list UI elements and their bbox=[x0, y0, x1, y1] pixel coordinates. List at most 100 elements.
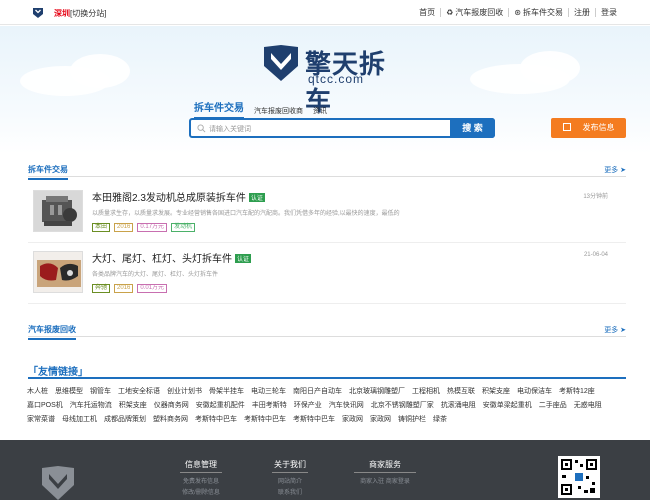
friend-links-list: 木人桩 思维模型 钢管车 工地安全标语 创业计划书 骨架半挂车 电动三轮车 南阳日产自动车 北京… bbox=[27, 385, 627, 427]
item-time: 21-06-04 bbox=[583, 252, 608, 258]
tab-parts-trade[interactable]: 拆车件交易 bbox=[194, 99, 244, 119]
cloud-decoration bbox=[520, 51, 580, 85]
friend-link[interactable]: 安徽起重机配件 bbox=[196, 399, 245, 413]
footer-link[interactable]: 网站简介 bbox=[272, 477, 308, 488]
item-title[interactable]: 本田雅阁2.3发动机总成原装拆车件 认证 bbox=[92, 189, 265, 204]
footer-heading[interactable]: 信息管理 bbox=[180, 459, 222, 473]
verified-badge: 认证 bbox=[235, 254, 252, 263]
footer-link[interactable]: 联系我们 bbox=[272, 488, 308, 499]
friend-link[interactable]: 工地安全标语 bbox=[118, 385, 160, 399]
search-box: 请输入关键词 搜 索 bbox=[189, 118, 495, 138]
cloud-decoration bbox=[70, 54, 130, 88]
friend-link[interactable]: 嘉口POS机 bbox=[27, 399, 63, 413]
friend-link[interactable]: 木人桩 bbox=[27, 385, 48, 399]
friend-link[interactable]: 考斯特12座 bbox=[559, 385, 595, 399]
label-brand: 奔驰 bbox=[92, 284, 111, 293]
friend-link[interactable]: 无惑电阻 bbox=[574, 399, 602, 413]
section-title[interactable]: 汽车报废回收 bbox=[28, 324, 76, 340]
nav-home[interactable]: 首页 bbox=[414, 8, 440, 17]
footer-link[interactable]: 免费发布信息 bbox=[180, 477, 222, 488]
friend-link[interactable]: 工程相机 bbox=[412, 385, 440, 399]
section-title[interactable]: 拆车件交易 bbox=[28, 164, 68, 180]
search-input[interactable]: 请输入关键词 bbox=[209, 124, 251, 134]
friend-link[interactable]: 积架支座 bbox=[119, 399, 147, 413]
label-brand: 本田 bbox=[92, 223, 111, 232]
nav-login[interactable]: 登录 bbox=[595, 8, 622, 17]
city-name[interactable]: 深圳 bbox=[54, 9, 70, 18]
friend-link[interactable]: 骨架半挂车 bbox=[209, 385, 244, 399]
friend-link[interactable]: 绿茶 bbox=[433, 413, 447, 427]
switch-city-link[interactable]: [切换分站] bbox=[70, 9, 106, 18]
nav-parts-trade[interactable]: ⊛ 拆车件交易 bbox=[508, 8, 568, 17]
friend-link[interactable]: 积架支座 bbox=[482, 385, 510, 399]
footer-col-merchant: 商家服务 商家入驻 商家登录 bbox=[354, 459, 416, 488]
friend-link[interactable]: 创业计划书 bbox=[167, 385, 202, 399]
friend-link[interactable]: 汽车托运物流 bbox=[70, 399, 112, 413]
footer: 信息管理 免费发布信息 修改/删除信息 关于我们 网站简介 联系我们 商家服务 … bbox=[0, 440, 650, 500]
friend-link[interactable]: 家政网 bbox=[370, 413, 391, 427]
city-switcher[interactable]: 深圳[切换分站] bbox=[54, 8, 106, 19]
friend-link[interactable]: 思维模型 bbox=[55, 385, 83, 399]
list-item[interactable]: 本田雅阁2.3发动机总成原装拆车件 认证 以质量求生存，以质量求发展。专业经营销售… bbox=[28, 185, 626, 243]
friend-link[interactable]: 家政网 bbox=[342, 413, 363, 427]
brand-logo[interactable]: 擎天拆车 qtcc.com bbox=[262, 44, 392, 117]
friend-link[interactable]: 考斯特中巴车 bbox=[244, 413, 286, 427]
friend-link[interactable]: 铸铜护栏 bbox=[398, 413, 426, 427]
more-link[interactable]: 更多 ➤ bbox=[604, 165, 626, 175]
friend-link[interactable]: 电动保洁车 bbox=[517, 385, 552, 399]
footer-link[interactable]: 商家入驻 商家登录 bbox=[354, 477, 416, 488]
item-title[interactable]: 大灯、尾灯、杠灯、头灯拆车件 认证 bbox=[92, 250, 252, 265]
item-description: 以质量求生存，以质量求发展。专业经营销售各国进口汽车配的汽配商。我们凭借多年的经… bbox=[92, 211, 400, 217]
friend-link[interactable]: 二手座品 bbox=[539, 399, 567, 413]
lights-image bbox=[34, 252, 82, 292]
label-year: 2016 bbox=[114, 223, 134, 232]
verified-badge: 认证 bbox=[248, 193, 265, 202]
footer-logo-icon[interactable] bbox=[40, 465, 76, 500]
friend-link[interactable]: 考斯特中巴车 bbox=[195, 413, 237, 427]
footer-col-info: 信息管理 免费发布信息 修改/删除信息 bbox=[180, 459, 222, 499]
friend-link[interactable]: 考斯特中巴车 bbox=[293, 413, 335, 427]
friend-link[interactable]: 环保产业 bbox=[294, 399, 322, 413]
friend-link[interactable]: 成都品牌策划 bbox=[104, 413, 146, 427]
friend-link[interactable]: 南阳日产自动车 bbox=[293, 385, 342, 399]
more-link[interactable]: 更多 ➤ bbox=[604, 325, 626, 335]
top-nav: 首页 ♻ 汽车报废回收 ⊛ 拆车件交易 注册 登录 bbox=[414, 8, 622, 17]
friend-link[interactable]: 安徽单梁起重机 bbox=[483, 399, 532, 413]
item-time: 13分钟前 bbox=[583, 194, 608, 200]
friend-link[interactable]: 塑料商务网 bbox=[153, 413, 188, 427]
site-logo-icon[interactable] bbox=[32, 7, 44, 19]
friend-link[interactable]: 仪器商务网 bbox=[154, 399, 189, 413]
nav-car-recycle[interactable]: ♻ 汽车报废回收 bbox=[440, 8, 508, 17]
label-year: 2016 bbox=[114, 284, 134, 293]
label-price: 0.17万元 bbox=[137, 223, 168, 232]
publish-label: 发布信息 bbox=[582, 123, 615, 132]
lights-thumbnail[interactable] bbox=[33, 251, 83, 293]
engine-thumbnail[interactable] bbox=[33, 190, 83, 232]
footer-heading[interactable]: 关于我们 bbox=[272, 459, 308, 473]
label-price: 0.01万元 bbox=[137, 284, 168, 293]
friend-link[interactable]: 热模互联 bbox=[447, 385, 475, 399]
list-item[interactable]: 大灯、尾灯、杠灯、头灯拆车件 认证 各类品牌汽车的大灯、尾灯、杠灯、头灯拆车件 奔… bbox=[28, 246, 626, 304]
item-labels: 奔驰 2016 0.01万元 bbox=[92, 284, 168, 293]
footer-link[interactable]: 修改/删除信息 bbox=[180, 488, 222, 499]
friend-link[interactable]: 汽车快讯网 bbox=[329, 399, 364, 413]
search-button[interactable]: 搜 索 bbox=[450, 118, 495, 138]
publish-button[interactable]: 发布信息 bbox=[551, 118, 626, 138]
friend-link[interactable]: 钢管车 bbox=[90, 385, 111, 399]
friend-link[interactable]: 北京不锈钢雕塑厂家 bbox=[371, 399, 434, 413]
engine-image bbox=[34, 191, 82, 231]
qr-code-icon bbox=[558, 456, 600, 498]
brand-name-en: qtcc.com bbox=[308, 72, 365, 86]
friend-link[interactable]: 抗滚涌电阻 bbox=[441, 399, 476, 413]
item-labels: 本田 2016 0.17万元 发动机 bbox=[92, 223, 196, 232]
friend-link[interactable]: 母线加工机 bbox=[62, 413, 97, 427]
friend-link[interactable]: 家常菜谱 bbox=[27, 413, 55, 427]
edit-icon bbox=[562, 123, 571, 131]
footer-col-about: 关于我们 网站简介 联系我们 bbox=[272, 459, 308, 499]
footer-heading[interactable]: 商家服务 bbox=[354, 459, 416, 473]
friend-link[interactable]: 丰田考斯特 bbox=[252, 399, 287, 413]
nav-register[interactable]: 注册 bbox=[568, 8, 595, 17]
friend-link[interactable]: 电动三轮车 bbox=[251, 385, 286, 399]
recycle-icon: ♻ bbox=[446, 8, 454, 17]
friend-link[interactable]: 北京玻璃钢雕塑厂 bbox=[349, 385, 405, 399]
